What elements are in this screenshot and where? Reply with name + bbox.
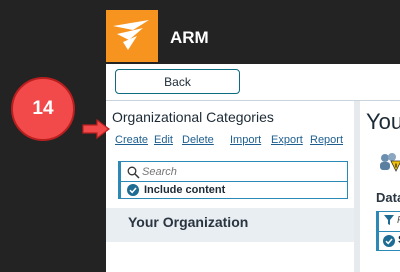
search-divider bbox=[121, 181, 348, 182]
include-content-label: Include content bbox=[144, 184, 226, 196]
delete-link[interactable]: Delete bbox=[182, 134, 214, 146]
app-title: ARM bbox=[170, 28, 209, 47]
search-box: Include content bbox=[118, 161, 348, 199]
arm-app-window: ARM Back Organizational Categories Creat… bbox=[106, 0, 400, 272]
top-bar: ARM bbox=[106, 0, 400, 64]
filter-box: F S bbox=[376, 211, 400, 251]
organizational-categories-panel: Organizational Categories Create Edit De… bbox=[106, 101, 354, 272]
filter-icon bbox=[384, 215, 394, 225]
report-link[interactable]: Report bbox=[310, 134, 343, 146]
create-link[interactable]: Create bbox=[115, 134, 148, 146]
step-callout-badge: 14 bbox=[11, 77, 75, 141]
tree-item-label: Your Organization bbox=[128, 214, 249, 230]
toolbar: Back bbox=[106, 64, 400, 101]
data-section-title: Data bbox=[376, 190, 400, 205]
arrow-right-icon bbox=[82, 119, 110, 139]
filter-divider bbox=[379, 231, 400, 232]
check-circle-icon bbox=[383, 235, 395, 247]
right-panel: You Data F S bbox=[360, 101, 400, 272]
right-panel-title: You bbox=[366, 109, 400, 134]
include-content-toggle[interactable]: Include content bbox=[127, 184, 327, 198]
search-icon bbox=[127, 166, 140, 179]
search-input[interactable] bbox=[142, 164, 342, 180]
search-row bbox=[125, 164, 345, 180]
check-circle-icon bbox=[127, 184, 139, 196]
import-link[interactable]: Import bbox=[230, 134, 261, 146]
export-link[interactable]: Export bbox=[271, 134, 303, 146]
solarwinds-logo-icon[interactable] bbox=[106, 10, 158, 62]
back-button[interactable]: Back bbox=[115, 69, 240, 94]
panel-title: Organizational Categories bbox=[112, 109, 274, 125]
edit-link[interactable]: Edit bbox=[154, 134, 173, 146]
tree-item-your-organization[interactable]: Your Organization bbox=[106, 208, 354, 242]
users-warning-icon bbox=[380, 153, 400, 172]
